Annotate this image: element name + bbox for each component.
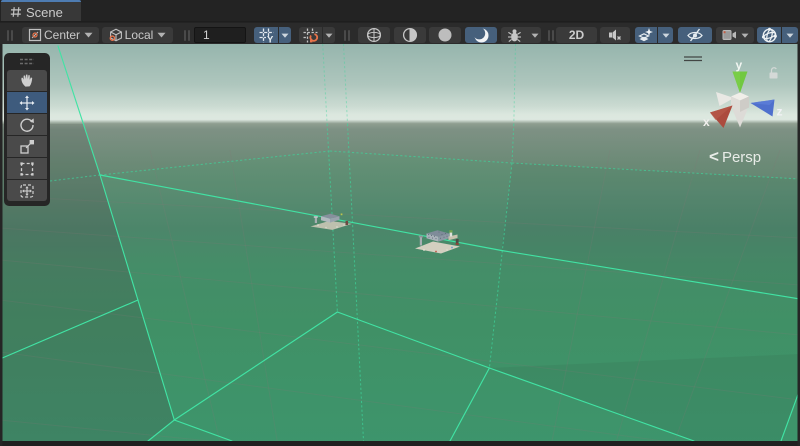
svg-text:< Persp: < Persp <box>709 147 761 166</box>
svg-text:x: x <box>703 115 710 129</box>
svg-text:z: z <box>777 105 783 119</box>
svg-text:y: y <box>736 58 743 72</box>
svg-text:Y: Y <box>267 34 274 43</box>
